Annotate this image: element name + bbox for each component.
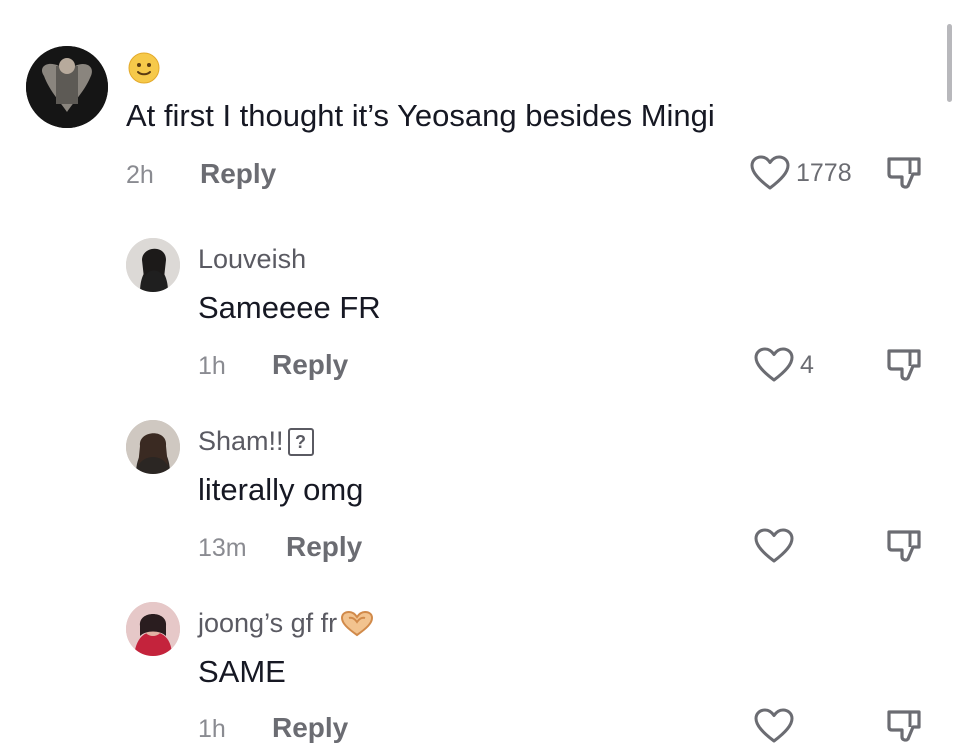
reply-button[interactable]: Reply [272, 349, 348, 381]
like-button[interactable] [754, 708, 794, 744]
heart-hands-emoji-icon [341, 610, 374, 636]
reply-button[interactable]: Reply [286, 531, 362, 563]
scrollbar[interactable] [947, 24, 952, 102]
thumbs-down-icon[interactable] [886, 347, 922, 383]
comment-timestamp: 2h [126, 161, 154, 189]
comment-timestamp: 13m [198, 534, 247, 562]
heart-outline-icon [754, 347, 794, 383]
heart-outline-icon [754, 708, 794, 744]
avatar[interactable] [126, 238, 180, 292]
comment-timestamp: 1h [198, 352, 226, 380]
thumbs-down-icon[interactable] [886, 708, 922, 744]
avatar[interactable] [126, 602, 180, 656]
avatar[interactable] [126, 420, 180, 474]
comment-username-text: joong’s gf fr [198, 608, 338, 638]
comment-timestamp: 1h [198, 715, 226, 743]
like-button[interactable]: 4 [754, 347, 814, 383]
like-button[interactable]: 1778 [750, 155, 852, 191]
reply-button[interactable]: Reply [272, 712, 348, 744]
like-count: 4 [800, 350, 814, 379]
comment-text: At first I thought it’s Yeosang besides … [126, 98, 715, 133]
reply-button[interactable]: Reply [200, 158, 276, 190]
comment-username[interactable]: 🙂 [128, 52, 160, 84]
comment-text: Sameeee FR [198, 290, 381, 325]
comment-username[interactable]: Sham!! ? [198, 426, 314, 457]
comment-username[interactable]: Louveish [198, 244, 306, 275]
unknown-glyph-icon: ? [287, 427, 314, 456]
comment-username-text: Sham!! [198, 426, 284, 456]
like-count: 1778 [796, 158, 852, 187]
heart-outline-icon [754, 528, 794, 564]
comment-username[interactable]: joong’s gf fr [198, 608, 375, 639]
heart-outline-icon [750, 155, 790, 191]
comment-text: SAME [198, 654, 286, 689]
slightly-smiling-emoji-icon [128, 52, 160, 84]
comment-text: literally omg [198, 472, 364, 507]
thumbs-down-icon[interactable] [886, 155, 922, 191]
like-button[interactable] [754, 528, 794, 564]
thumbs-down-icon[interactable] [886, 528, 922, 564]
avatar[interactable] [26, 46, 108, 128]
